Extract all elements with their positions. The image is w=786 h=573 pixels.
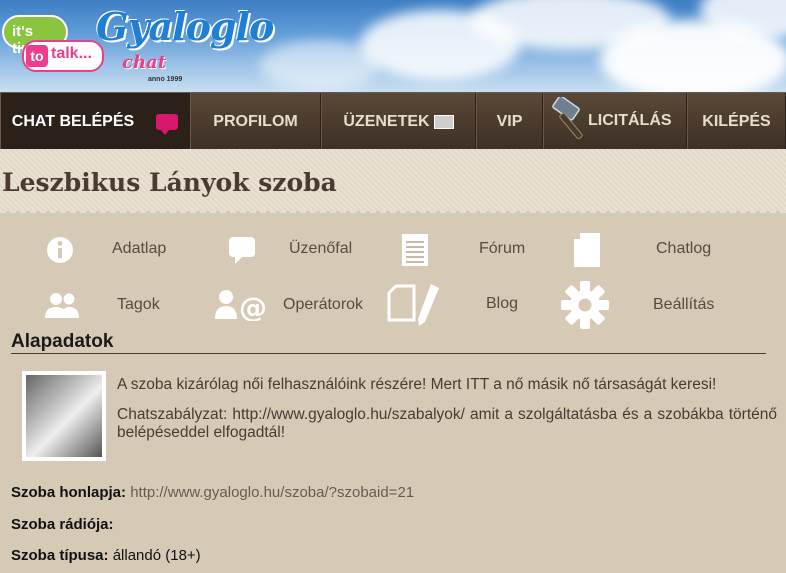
menu-tagok[interactable]: Tagok [44, 290, 194, 320]
site-header: it's time to talk... Gyaloglo chat anno … [0, 0, 786, 92]
menu-blog[interactable]: Blog [387, 281, 537, 327]
users-icon [44, 290, 80, 320]
room-homepage-row: Szoba honlapja: http://www.gyaloglo.hu/s… [11, 484, 415, 501]
nav-chat-belepes[interactable]: CHAT BELÉPÉS [0, 93, 190, 150]
room-thumbnail [22, 371, 106, 461]
svg-text:@: @ [239, 291, 267, 321]
nav-licitalas[interactable]: LICITÁLÁS [543, 93, 687, 150]
nav-vip[interactable]: VIP [476, 93, 543, 150]
room-type-row: Szoba típusa: állandó (18+) [11, 547, 201, 564]
page-title: Leszbikus Lányok szoba [2, 168, 337, 197]
logo-anno-text: anno 1999 [148, 76, 183, 83]
room-rules: Chatszabályzat: http://www.gyaloglo.hu/s… [117, 406, 777, 441]
hammer-icon [552, 97, 583, 140]
menu-operatorok[interactable]: @ Operátorok [214, 287, 374, 321]
menu-chatlog[interactable]: Chatlog [572, 231, 722, 269]
section-title: Alapadatok [11, 331, 114, 352]
menu-beallitas[interactable]: Beállítás [560, 280, 730, 330]
document-icon [400, 232, 430, 268]
operator-at-icon: @ [214, 287, 270, 321]
logo-wordmark: Gyaloglo [96, 4, 274, 49]
menu-adatlap[interactable]: Adatlap [44, 235, 194, 265]
main-nav: CHAT BELÉPÉS PROFILOM ÜZENETEK VIP LICIT… [0, 92, 786, 150]
envelope-icon [433, 114, 454, 129]
info-icon [44, 234, 76, 266]
room-type-value: állandó (18+) [112, 547, 201, 564]
menu-forum[interactable]: Fórum [400, 233, 540, 267]
section-divider [11, 353, 766, 354]
menu-uzenofal[interactable]: Üzenőfal [226, 235, 366, 265]
logo-chat-text: chat [122, 52, 167, 73]
room-menu: Adatlap Üzenőfal Fórum Chatlog Tagok @ O… [0, 223, 786, 333]
nav-profilom[interactable]: PROFILOM [190, 93, 321, 150]
chat-bubble-icon [156, 113, 179, 135]
nav-uzenetek[interactable]: ÜZENETEK [321, 93, 476, 150]
logo-bubble-pink: to talk... [22, 40, 104, 72]
speech-bubble-icon [226, 234, 258, 266]
room-homepage-link[interactable]: http://www.gyaloglo.hu/szoba/?szobaid=21 [130, 484, 414, 501]
file-icon [572, 231, 602, 269]
room-description: A szoba kizárólag női felhasználóink rés… [117, 376, 717, 393]
gear-icon [560, 280, 610, 330]
room-radio-row: Szoba rádiója: [11, 516, 114, 533]
nav-kilepes[interactable]: KILÉPÉS [687, 93, 786, 150]
pencil-paper-icon [387, 282, 443, 326]
